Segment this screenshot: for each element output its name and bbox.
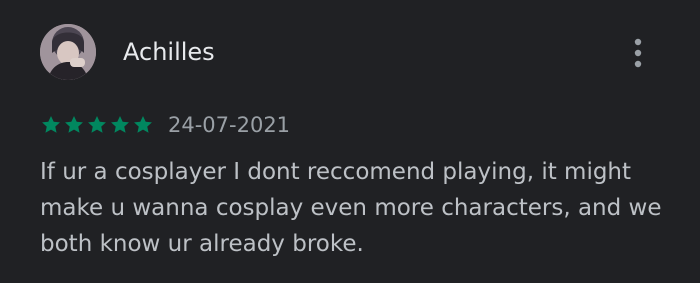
review-card: Achilles 24-07-2021 If ur a cosplayer I … xyxy=(0,0,700,283)
avatar-image xyxy=(40,24,96,80)
review-meta: 24-07-2021 xyxy=(40,111,290,139)
star-rating xyxy=(40,114,154,136)
reviewer-avatar[interactable] xyxy=(40,24,96,80)
star-icon xyxy=(65,116,83,133)
star-icon xyxy=(134,116,152,133)
star-icon xyxy=(88,116,106,133)
review-date: 24-07-2021 xyxy=(168,113,291,137)
reviewer-name: Achilles xyxy=(123,38,215,66)
star-icon xyxy=(42,116,60,133)
star-icon xyxy=(111,116,129,133)
more-vertical-icon xyxy=(634,38,642,68)
review-text: If ur a cosplayer I dont reccomend playi… xyxy=(40,159,662,257)
more-options-button[interactable] xyxy=(618,32,658,74)
